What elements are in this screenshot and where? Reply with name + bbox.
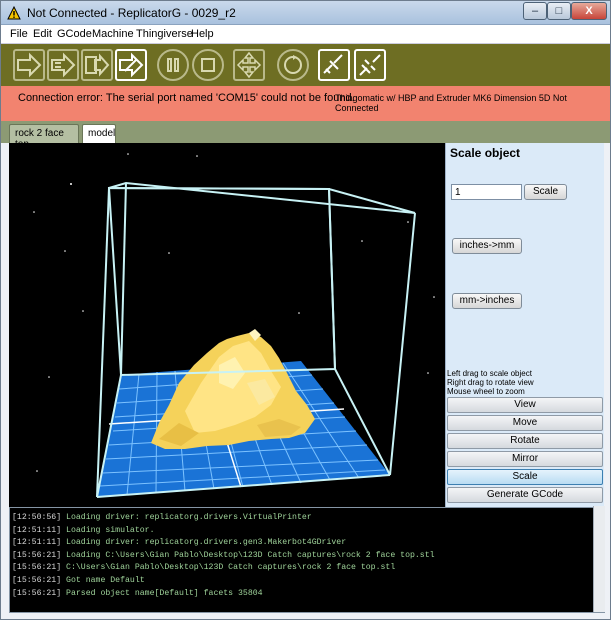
console-message: Loading driver: replicatorg.drivers.Virt… [66,513,312,522]
title-bar[interactable]: Not Connected - ReplicatorG - 0029_r2 – … [1,1,610,25]
connection-error-text: Connection error: The serial port named … [18,92,355,104]
console-timestamp: [15:56:21] [12,563,67,573]
build-to-file-icon[interactable] [47,49,79,81]
menu-thingiverse[interactable]: Thingiverse [136,28,193,40]
mm-to-inches-button[interactable]: mm->inches [452,293,522,309]
console-line: [15:56:21] Parsed object name[Default] f… [12,588,435,601]
connect-icon[interactable] [318,49,350,81]
build-icon[interactable] [13,49,45,81]
console-line: [15:56:21] Got name Default [12,575,435,588]
console-message: Loading C:\Users\Gian Pablo\Desktop\123D… [66,550,435,560]
maximize-button[interactable]: □ [547,2,571,20]
console-message: Parsed object name[Default] facets 35804 [66,588,263,598]
inches-to-mm-button[interactable]: inches->mm [452,238,522,254]
rotate-mode-button[interactable]: Rotate [447,433,603,449]
control-panel-icon[interactable] [233,49,265,81]
hint-left-drag: Left drag to scale object [447,369,532,378]
console-timestamp: [12:50:56] [12,513,67,522]
stop-icon[interactable] [192,49,224,81]
console-line: [15:56:21] C:\Users\Gian Pablo\Desktop\1… [12,562,435,575]
tool-panel: Scale object Scale inches->mm mm->inches… [445,143,604,507]
application-window: Not Connected - ReplicatorG - 0029_r2 – … [0,0,611,620]
console-line: [12:51:11] Loading simulator. [12,525,435,538]
menu-edit[interactable]: Edit [33,28,52,40]
pause-icon[interactable] [157,49,189,81]
window-title: Not Connected - ReplicatorG - 0029_r2 [27,6,236,20]
tab-rock-2-face-top[interactable]: rock 2 face top [9,124,79,150]
menu-file[interactable]: File [10,28,28,40]
console-line: [12:51:11] Loading driver: replicatorg.d… [12,537,435,550]
toolbar [1,44,610,86]
console-message: Loading driver: replicatorg.drivers.gen3… [66,538,347,548]
scale-input[interactable] [451,184,522,200]
move-mode-button[interactable]: Move [447,415,603,431]
build-from-sd-icon[interactable] [115,49,147,81]
3d-preview-viewport[interactable] [9,143,445,507]
console-message: Got name Default [66,575,145,585]
console-message: C:\Users\Gian Pablo\Desktop\123D Catch c… [66,563,396,573]
reset-icon[interactable] [277,49,309,81]
close-button[interactable]: X [571,2,607,20]
console-timestamp: [15:56:21] [12,575,67,585]
mirror-mode-button[interactable]: Mirror [447,451,603,467]
console-timestamp: [12:51:11] [12,525,67,535]
upload-to-sd-icon[interactable] [81,49,113,81]
hint-right-drag: Right drag to rotate view [447,378,534,387]
console-timestamp: [12:51:11] [12,538,67,548]
console-timestamp: [15:56:21] [12,588,67,598]
scale-apply-button[interactable]: Scale [524,184,567,200]
disconnect-icon[interactable] [354,49,386,81]
console-line: [12:50:56] Loading driver: replicatorg.d… [12,512,435,525]
status-bar: Connection error: The serial port named … [1,86,610,121]
console-line: [15:56:21] Loading C:\Users\Gian Pablo\D… [12,550,435,563]
menu-bar: File Edit GCode Machine Thingiverse Help [1,25,610,44]
minimize-button[interactable]: – [523,2,547,20]
menu-help[interactable]: Help [191,28,214,40]
console-scrollbar[interactable] [593,506,605,612]
menu-machine[interactable]: Machine [92,28,134,40]
scale-mode-button[interactable]: Scale [447,469,603,485]
machine-status-text: Thingomatic w/ HBP and Extruder MK6 Dime… [335,93,567,113]
console-message: Loading simulator. [66,525,155,535]
view-mode-button[interactable]: View [447,397,603,413]
hint-mouse-wheel: Mouse wheel to zoom [447,387,525,396]
console-log[interactable]: [12:50:56] Loading driver: replicatorg.d… [9,507,605,613]
console-timestamp: [15:56:21] [12,550,67,560]
menu-gcode[interactable]: GCode [57,28,92,40]
tab-model[interactable]: model [82,124,116,143]
console-lines: [12:50:56] Loading driver: replicatorg.d… [12,512,435,600]
tab-bar: rock 2 face top model [1,121,610,150]
warning-icon [7,6,21,20]
panel-title: Scale object [450,146,521,160]
generate-gcode-button[interactable]: Generate GCode [447,487,603,503]
